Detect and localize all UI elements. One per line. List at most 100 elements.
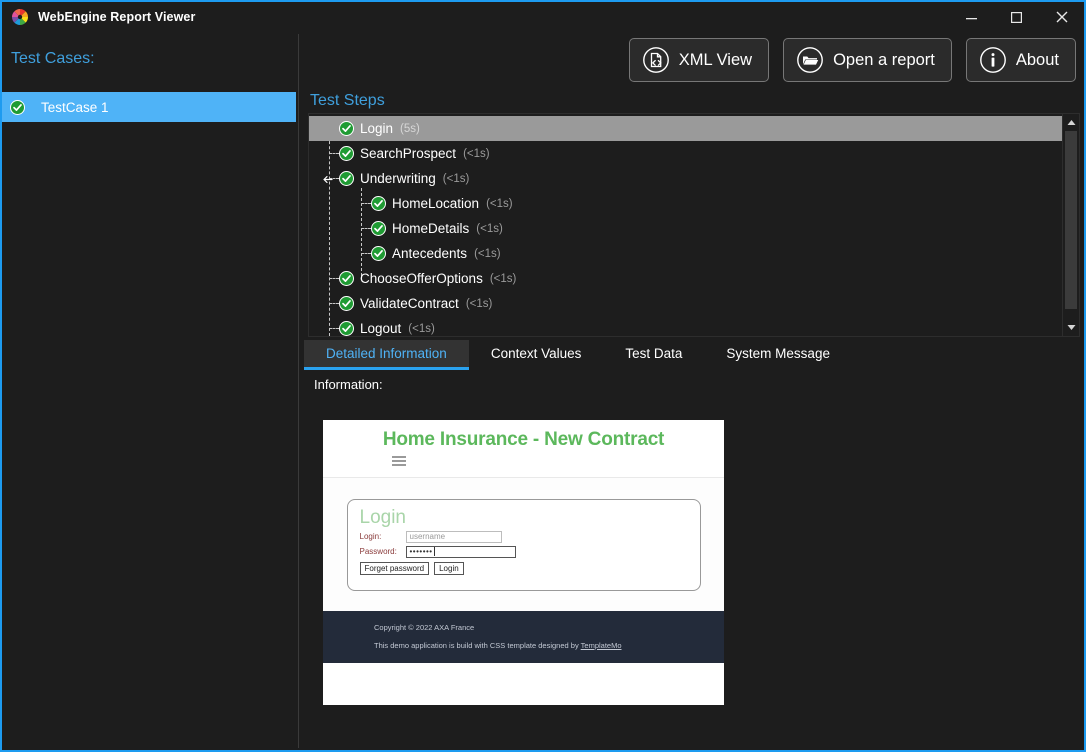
password-label: Password: bbox=[359, 547, 397, 556]
text-caret bbox=[433, 547, 435, 556]
tree-node-duration: (<1s) bbox=[476, 222, 503, 235]
minimize-icon[interactable] bbox=[949, 2, 994, 32]
footer-credit-text: This demo application is build with CSS … bbox=[374, 641, 581, 650]
templatemo-link[interactable]: TemplateMo bbox=[581, 641, 622, 650]
tree-node-duration: (<1s) bbox=[474, 247, 501, 260]
login-heading: Login bbox=[359, 506, 407, 528]
about-button[interactable]: About bbox=[965, 38, 1076, 82]
screenshot-footer: Copyright © 2022 AXA France This demo ap… bbox=[323, 611, 724, 663]
check-circle-icon bbox=[339, 271, 354, 286]
maximize-icon[interactable] bbox=[994, 2, 1039, 32]
detail-tabs: Detailed Information Context Values Test… bbox=[304, 340, 1080, 370]
tab-test-data[interactable]: Test Data bbox=[603, 340, 704, 367]
window-title: WebEngine Report Viewer bbox=[38, 10, 196, 24]
tab-context-values[interactable]: Context Values bbox=[469, 340, 604, 367]
color-wheel-icon bbox=[11, 8, 29, 26]
toolbar: XML View Open a report About bbox=[628, 38, 1076, 82]
password-input[interactable]: ••••••• bbox=[405, 545, 516, 558]
test-steps-label: Test Steps bbox=[310, 92, 385, 109]
screenshot-tail bbox=[323, 663, 724, 705]
login-form: Login Login: username Password: ••••••• … bbox=[346, 498, 701, 591]
tree-node-label: Login bbox=[360, 121, 394, 136]
tab-label: Test Data bbox=[625, 346, 683, 361]
login-label: Login: bbox=[359, 532, 382, 541]
screenshot-body: Login Login: username Password: ••••••• … bbox=[323, 478, 724, 611]
tree-node-label: HomeLocation bbox=[392, 196, 480, 211]
check-circle-icon bbox=[371, 221, 386, 236]
test-cases-label: Test Cases: bbox=[11, 50, 95, 67]
detail-pane: Information: Home Insurance - New Contra… bbox=[304, 370, 1080, 746]
login-form-buttons: Forget password Login bbox=[359, 561, 700, 575]
tree-node-underwriting[interactable]: Underwriting (<1s) bbox=[309, 166, 1062, 191]
password-value: ••••••• bbox=[409, 547, 433, 556]
check-circle-icon bbox=[339, 121, 354, 136]
scroll-down-icon[interactable] bbox=[1063, 319, 1080, 336]
tab-detailed-information[interactable]: Detailed Information bbox=[304, 340, 469, 370]
tab-system-message[interactable]: System Message bbox=[704, 340, 852, 367]
xml-view-button[interactable]: XML View bbox=[628, 38, 770, 82]
tree-node-duration: (<1s) bbox=[489, 272, 517, 285]
tree-node-label: Underwriting bbox=[360, 171, 436, 186]
tree-node-duration: (<1s) bbox=[486, 197, 513, 210]
tree-scrollbar[interactable] bbox=[1062, 114, 1079, 336]
check-circle-icon bbox=[371, 246, 386, 261]
login-submit-button[interactable]: Login bbox=[434, 561, 464, 575]
folder-open-icon bbox=[796, 46, 824, 74]
scrollbar-thumb[interactable] bbox=[1065, 131, 1077, 309]
tree-node-duration: (<1s) bbox=[408, 322, 435, 335]
hamburger-menu-icon bbox=[391, 456, 406, 468]
tree-node-homedetails[interactable]: HomeDetails (<1s) bbox=[309, 216, 1062, 241]
open-report-label: Open a report bbox=[833, 50, 935, 69]
title-bar: WebEngine Report Viewer bbox=[2, 2, 1084, 32]
tree-node-logout[interactable]: Logout (<1s) bbox=[309, 316, 1062, 336]
tree-node-label: ValidateContract bbox=[360, 296, 459, 311]
test-case-name: TestCase 1 bbox=[41, 99, 109, 115]
tree-node-duration: (5s) bbox=[400, 122, 420, 135]
open-report-button[interactable]: Open a report bbox=[783, 38, 952, 82]
tree-node-duration: (<1s) bbox=[442, 172, 470, 185]
tree-node-chooseofferoptions[interactable]: ChooseOfferOptions (<1s) bbox=[309, 266, 1062, 291]
check-circle-icon bbox=[10, 99, 25, 115]
forget-password-button[interactable]: Forget password bbox=[359, 561, 430, 575]
list-item[interactable]: TestCase 1 bbox=[2, 92, 296, 122]
about-label: About bbox=[1015, 50, 1059, 69]
scroll-up-icon[interactable] bbox=[1063, 114, 1080, 131]
footer-credit: This demo application is build with CSS … bbox=[374, 641, 724, 650]
tree-node-label: HomeDetails bbox=[392, 221, 470, 236]
test-steps-panel: Login (5s) SearchProspect (<1s) Underwri… bbox=[308, 113, 1080, 337]
tree-node-login[interactable]: Login (5s) bbox=[309, 116, 1062, 141]
footer-copyright: Copyright © 2022 AXA France bbox=[374, 623, 475, 632]
check-circle-icon bbox=[339, 296, 354, 311]
tree-node-antecedents[interactable]: Antecedents (<1s) bbox=[309, 241, 1062, 266]
window-controls bbox=[949, 2, 1084, 32]
screenshot-page-title: Home Insurance - New Contract bbox=[382, 429, 665, 450]
close-icon[interactable] bbox=[1039, 2, 1084, 32]
tree-node-searchprospect[interactable]: SearchProspect (<1s) bbox=[309, 141, 1062, 166]
test-cases-list: TestCase 1 bbox=[2, 92, 296, 750]
information-label: Information: bbox=[314, 377, 383, 392]
tree-node-label: SearchProspect bbox=[360, 146, 457, 161]
tree-node-label: ChooseOfferOptions bbox=[360, 271, 483, 286]
password-field-row: Password: ••••••• bbox=[359, 545, 700, 558]
tab-label: Detailed Information bbox=[326, 346, 447, 361]
tree-node-duration: (<1s) bbox=[463, 147, 490, 160]
xml-view-label: XML View bbox=[678, 50, 753, 69]
tree-node-label: Logout bbox=[360, 321, 402, 336]
login-input[interactable]: username bbox=[405, 530, 502, 543]
tree-node-validatecontract[interactable]: ValidateContract (<1s) bbox=[309, 291, 1062, 316]
application-window: WebEngine Report Viewer XML View Open a … bbox=[0, 0, 1086, 752]
test-steps-tree: Login (5s) SearchProspect (<1s) Underwri… bbox=[309, 114, 1062, 336]
check-circle-icon bbox=[339, 146, 354, 161]
tree-node-homelocation[interactable]: HomeLocation (<1s) bbox=[309, 191, 1062, 216]
info-circle-icon bbox=[979, 46, 1007, 74]
login-field-row: Login: username bbox=[359, 530, 700, 543]
tree-node-duration: (<1s) bbox=[465, 297, 493, 310]
pane-divider bbox=[298, 34, 299, 748]
tree-node-label: Antecedents bbox=[392, 246, 468, 261]
screenshot-header: Home Insurance - New Contract bbox=[323, 420, 724, 478]
xml-document-icon bbox=[642, 46, 670, 74]
check-circle-icon bbox=[371, 196, 386, 211]
check-circle-icon bbox=[339, 171, 354, 186]
scrollbar-track[interactable] bbox=[1063, 131, 1079, 319]
check-circle-icon bbox=[339, 321, 354, 336]
